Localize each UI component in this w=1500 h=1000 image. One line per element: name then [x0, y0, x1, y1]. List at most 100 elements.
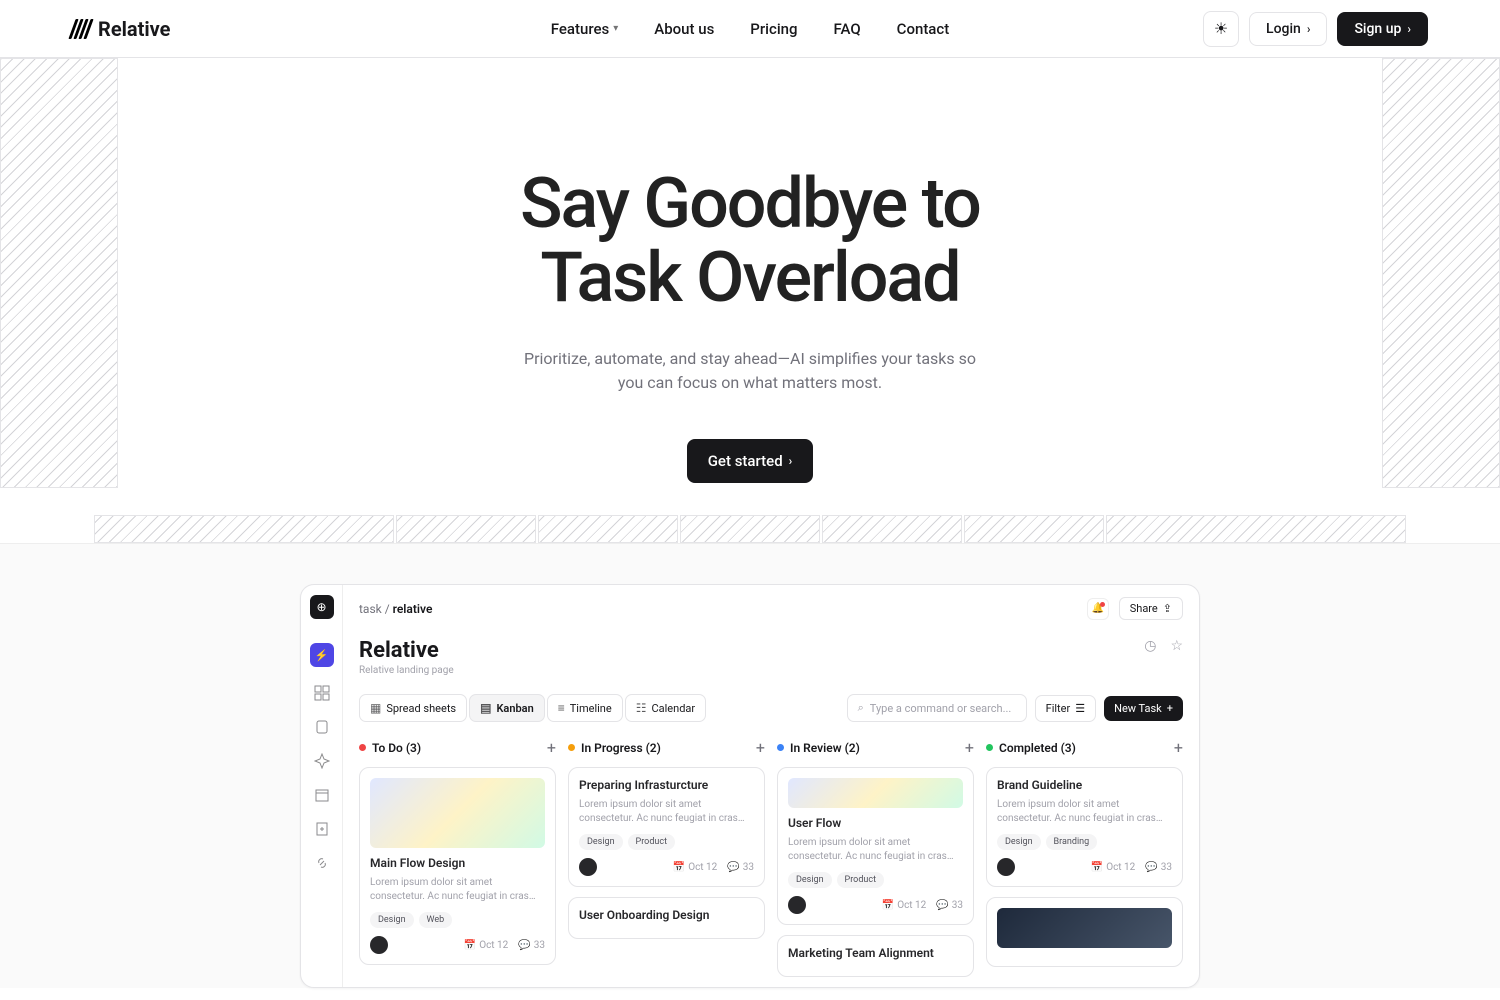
decorative-hatch-left [0, 58, 118, 488]
avatar [997, 858, 1015, 876]
task-card[interactable]: User Onboarding Design [568, 897, 765, 939]
add-card-button[interactable]: + [965, 738, 974, 757]
project-subtitle: Relative landing page [359, 665, 454, 676]
header-right: ☀ Login› Sign up› [1203, 11, 1428, 47]
comments-meta: 💬 33 [727, 862, 754, 873]
search-icon: ⌕ [858, 701, 864, 715]
task-card[interactable]: Main Flow Design Lorem ipsum dolor sit a… [359, 767, 556, 965]
chevron-right-icon: › [789, 454, 793, 468]
breadcrumb-row: task / relative 🔔 Share⇪ [359, 597, 1183, 620]
sparkle-icon[interactable] [314, 753, 330, 769]
nav-pricing[interactable]: Pricing [750, 20, 797, 38]
view-timeline[interactable]: ≡Timeline [547, 694, 623, 722]
view-calendar[interactable]: ☷Calendar [625, 694, 706, 722]
theme-toggle[interactable]: ☀ [1203, 11, 1239, 47]
card-desc: Lorem ipsum dolor sit amet consectetur. … [579, 798, 754, 826]
tag: Design [997, 834, 1041, 850]
tag: Design [370, 912, 414, 928]
comments-meta: 💬 33 [936, 900, 963, 911]
view-kanban[interactable]: ▤Kanban [469, 694, 545, 722]
plus-icon: + [1167, 702, 1173, 715]
sidebar-workspace[interactable]: ⚡ [310, 643, 334, 667]
chevron-down-icon: ▾ [613, 23, 618, 34]
col-inreview: In Review (2) + User Flow Lorem ipsum dol… [777, 738, 974, 987]
app-main: task / relative 🔔 Share⇪ Relative Relati… [343, 585, 1199, 987]
hero-title: Say Goodbye toTask Overload [0, 168, 1500, 315]
star-icon[interactable]: ☆ [1170, 638, 1183, 654]
nav-about[interactable]: About us [654, 20, 714, 38]
card-desc: Lorem ipsum dolor sit amet consectetur. … [788, 836, 963, 864]
add-file-icon[interactable] [314, 821, 330, 837]
task-card[interactable]: Marketing Team Alignment [777, 935, 974, 977]
clipboard-icon[interactable] [314, 719, 330, 735]
sun-icon: ☀ [1214, 19, 1228, 38]
logo-icon [72, 19, 90, 39]
link-icon[interactable] [314, 855, 330, 871]
tag: Design [788, 872, 832, 888]
brand-name: Relative [98, 17, 170, 41]
status-dot-green [986, 744, 993, 751]
date-meta: 📅 Oct 12 [673, 862, 718, 873]
dashboard-icon[interactable] [314, 685, 330, 701]
app-preview-section: ⊕ ⚡ task / relative 🔔 Share⇪ Relative Re… [0, 543, 1500, 988]
add-card-button[interactable]: + [547, 738, 556, 757]
date-meta: 📅 Oct 12 [464, 940, 509, 951]
tag: Product [837, 872, 884, 888]
signup-button[interactable]: Sign up› [1337, 12, 1428, 46]
clock-icon[interactable]: ◷ [1144, 638, 1156, 654]
date-meta: 📅 Oct 12 [882, 900, 927, 911]
main-nav: Features▾ About us Pricing FAQ Contact [551, 20, 949, 38]
status-dot-blue [777, 744, 784, 751]
col-title-inprogress: In Progress (2) [581, 741, 661, 755]
chevron-right-icon: › [1407, 22, 1411, 36]
col-title-todo: To Do (3) [372, 741, 421, 755]
search-input[interactable]: ⌕Type a command or search... [847, 694, 1027, 722]
calendar-icon[interactable] [314, 787, 330, 803]
decorative-hatch-right [1382, 58, 1500, 488]
comments-meta: 💬 33 [1145, 862, 1172, 873]
app-sidebar: ⊕ ⚡ [301, 585, 343, 987]
filter-button[interactable]: Filter☰ [1035, 695, 1096, 722]
avatar [579, 858, 597, 876]
chevron-right-icon: › [1307, 22, 1311, 36]
task-card[interactable]: User Flow Lorem ipsum dolor sit amet con… [777, 767, 974, 925]
add-card-button[interactable]: + [1174, 738, 1183, 757]
title-actions: ◷ ☆ [1144, 638, 1183, 654]
notifications-button[interactable]: 🔔 [1087, 598, 1109, 620]
col-title-inreview: In Review (2) [790, 741, 860, 755]
logo[interactable]: Relative [72, 17, 170, 41]
hero-subtitle: Prioritize, automate, and stay ahead—AI … [515, 347, 985, 395]
view-switcher: ▦Spread sheets ▤Kanban ≡Timeline ☷Calend… [359, 694, 706, 722]
card-title: Main Flow Design [370, 856, 545, 870]
app-logo-icon[interactable]: ⊕ [310, 595, 334, 619]
nav-contact[interactable]: Contact [897, 20, 950, 38]
add-card-button[interactable]: + [756, 738, 765, 757]
avatar [788, 896, 806, 914]
card-image [997, 908, 1172, 948]
card-image [788, 778, 963, 808]
nav-faq[interactable]: FAQ [834, 20, 861, 38]
share-button[interactable]: Share⇪ [1119, 597, 1183, 620]
col-completed: Completed (3)+ Brand Guideline Lorem ips… [986, 738, 1183, 987]
task-card[interactable]: Brand Guideline Lorem ipsum dolor sit am… [986, 767, 1183, 887]
task-card[interactable] [986, 897, 1183, 967]
col-inprogress: In Progress (2) + Preparing Infrasturctur… [568, 738, 765, 987]
get-started-button[interactable]: Get started› [687, 439, 814, 483]
tag: Branding [1046, 834, 1098, 850]
login-button[interactable]: Login› [1249, 12, 1327, 46]
toolbar: ▦Spread sheets ▤Kanban ≡Timeline ☷Calend… [359, 694, 1183, 722]
col-todo: To Do (3) + Main Flow Design Lorem ipsum … [359, 738, 556, 987]
card-title: Preparing Infrasturcture [579, 778, 754, 792]
app-window: ⊕ ⚡ task / relative 🔔 Share⇪ Relative Re… [300, 584, 1200, 988]
tag: Web [419, 912, 453, 928]
title-row: Relative Relative landing page ◷ ☆ [359, 638, 1183, 676]
nav-features[interactable]: Features▾ [551, 20, 619, 38]
share-icon: ⇪ [1163, 602, 1172, 615]
card-title: User Flow [788, 816, 963, 830]
breadcrumb: task / relative [359, 602, 432, 616]
card-title: Marketing Team Alignment [788, 946, 963, 960]
header: Relative Features▾ About us Pricing FAQ … [0, 0, 1500, 58]
new-task-button[interactable]: New Task+ [1104, 696, 1183, 721]
view-spreadsheets[interactable]: ▦Spread sheets [359, 694, 467, 722]
task-card[interactable]: Preparing Infrasturcture Lorem ipsum dol… [568, 767, 765, 887]
